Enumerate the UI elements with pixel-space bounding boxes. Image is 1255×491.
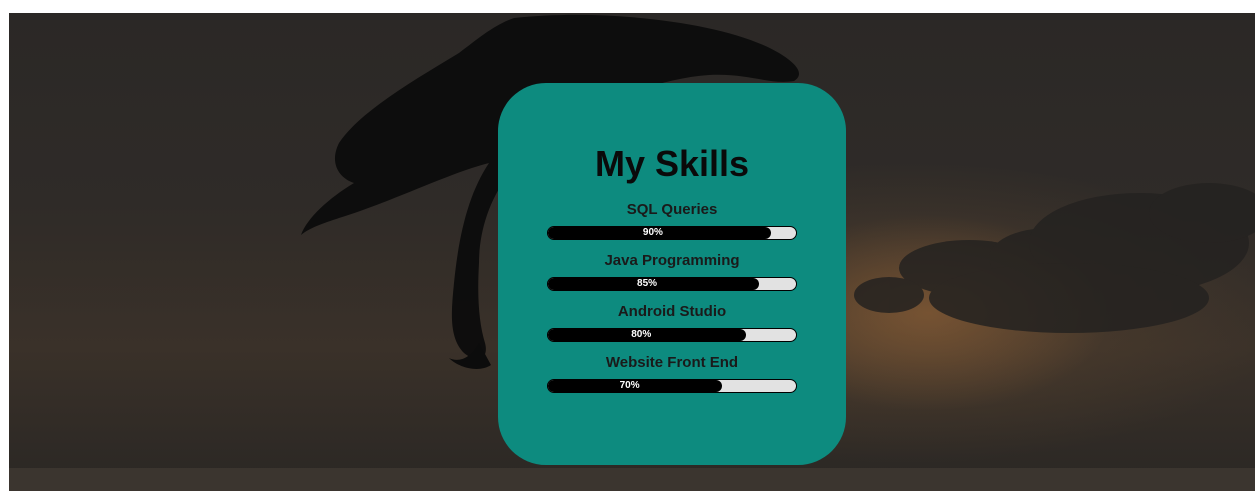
skill-item: Website Front End 70% bbox=[498, 354, 846, 393]
skills-list: SQL Queries 90% Java Programming 85% Android… bbox=[498, 201, 846, 393]
skill-progress-bar: 90% bbox=[547, 226, 797, 240]
skill-item: Java Programming 85% bbox=[498, 252, 846, 291]
skill-percent: 80% bbox=[631, 329, 652, 340]
skills-card: My Skills SQL Queries 90% Java Programming… bbox=[498, 83, 846, 465]
skill-label: SQL Queries bbox=[626, 201, 718, 218]
card-title: My Skills bbox=[594, 143, 750, 184]
skill-label: Java Programming bbox=[604, 252, 740, 269]
skill-progress-bar: 80% bbox=[547, 328, 797, 342]
skill-progress-bar: 70% bbox=[547, 379, 797, 393]
skill-label: Website Front End bbox=[605, 354, 739, 371]
skill-percent: 70% bbox=[619, 380, 640, 391]
skill-percent: 90% bbox=[642, 227, 663, 238]
skill-item: Android Studio 80% bbox=[498, 303, 846, 342]
skill-percent: 85% bbox=[637, 278, 658, 289]
skill-label: Android Studio bbox=[617, 303, 727, 320]
skill-progress-bar: 85% bbox=[547, 277, 797, 291]
skill-item: SQL Queries 90% bbox=[498, 201, 846, 240]
